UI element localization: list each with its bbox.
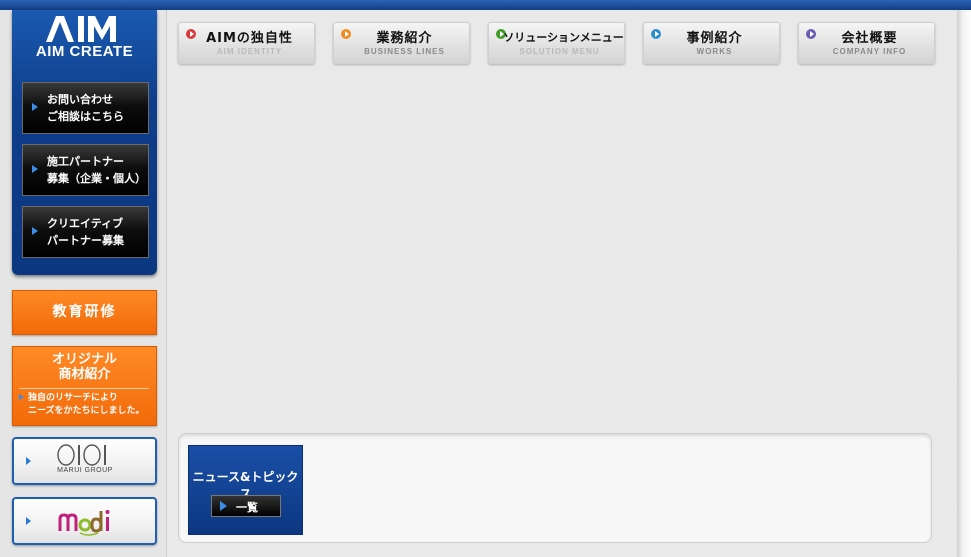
construction-partner-line1: 施工パートナー [47, 155, 124, 168]
education-training-button[interactable]: 教育研修 [12, 290, 157, 335]
nav-company-info[interactable]: 会社概要 COMPANY INFO [798, 22, 935, 64]
modi-logo-icon [58, 510, 110, 536]
nav-solution-menu[interactable]: ソリューションメニュー SOLUTION MENU [488, 22, 625, 64]
original-title-line1: オリジナル [51, 352, 117, 367]
news-panel: ニュース&トピックス 一覧 [178, 433, 932, 543]
original-products-button[interactable]: オリジナル 商材紹介 独自のリサーチにより ニーズをかたちにしました。 [12, 346, 157, 426]
contact-button[interactable]: お問い合わせ ご相談はこちら [22, 82, 149, 134]
nav-label-en: COMPANY INFO [832, 47, 907, 56]
original-sub-line1: 独自のリサーチにより [28, 393, 118, 403]
original-sub-line2: ニーズをかたちにしました。 [28, 406, 145, 416]
nav-business-lines[interactable]: 業務紹介 BUSINESS LINES [333, 22, 470, 64]
nav-works[interactable]: 事例紹介 WORKS [643, 22, 780, 64]
original-title-line2: 商材紹介 [58, 367, 111, 382]
nav-label-jp: 業務紹介 [376, 31, 433, 46]
arrow-right-icon [26, 517, 31, 525]
arrow-right-icon [19, 394, 24, 400]
arrow-right-icon [32, 103, 38, 111]
creative-partner-label: クリエイティブ パートナー募集 [47, 215, 147, 249]
original-subtitle: 独自のリサーチにより ニーズをかたちにしました。 [19, 392, 155, 418]
aim-logo-mark-icon [45, 16, 116, 42]
construction-partner-label: 施工パートナー 募集（企業・個人） [47, 153, 147, 187]
nav-label-en: SOLUTION MENU [519, 47, 600, 56]
arrow-right-icon [32, 227, 38, 235]
sidebar: AIM CREATE お問い合わせ ご相談はこちら 施工パートナー 募集（企業・… [0, 10, 167, 557]
construction-partner-line2: 募集（企業・個人） [47, 172, 146, 185]
news-list-label: 一覧 [236, 501, 258, 514]
marui-logo-icon [57, 444, 106, 466]
nav-label-jp: AIMの独自性 [206, 31, 293, 46]
marui-group-banner[interactable]: MARUI GROUP [12, 437, 157, 485]
creative-partner-button[interactable]: クリエイティブ パートナー募集 [22, 206, 149, 258]
marui-subtitle: MARUI GROUP [57, 467, 113, 474]
creative-partner-line2: パートナー募集 [47, 234, 124, 247]
construction-partner-button[interactable]: 施工パートナー 募集（企業・個人） [22, 144, 149, 196]
marui-group-logo: MARUI GROUP [54, 444, 116, 474]
creative-partner-line1: クリエイティブ [47, 217, 124, 230]
news-header-box: ニュース&トピックス 一覧 [188, 445, 303, 535]
aim-create-logo[interactable]: AIM CREATE [12, 16, 157, 60]
arrow-right-icon [26, 457, 31, 465]
news-list-button[interactable]: 一覧 [211, 495, 281, 517]
right-edge-shadow [957, 10, 971, 557]
contact-label-line1: お問い合わせ [47, 93, 113, 106]
nav-label-en: AIM IDENTITY [216, 47, 283, 56]
logo-text: AIM CREATE [35, 43, 134, 60]
nav-label-en: WORKS [696, 47, 733, 56]
education-label: 教育研修 [52, 304, 117, 320]
arrow-right-icon [220, 501, 227, 511]
arrow-right-icon [32, 165, 38, 173]
nav-label-en: BUSINESS LINES [364, 47, 445, 56]
nav-label-jp: 事例紹介 [686, 31, 743, 46]
modi-banner[interactable] [12, 497, 157, 545]
top-bar [0, 0, 971, 10]
nav-label-jp: 会社概要 [841, 31, 898, 46]
divider [19, 388, 149, 389]
contact-label-line2: ご相談はこちら [47, 110, 124, 123]
sidebar-header-panel: AIM CREATE お問い合わせ ご相談はこちら 施工パートナー 募集（企業・… [12, 10, 157, 275]
nav-aim-identity[interactable]: AIMの独自性 AIM IDENTITY [178, 22, 315, 64]
nav-label-jp: ソリューションメニュー [503, 31, 624, 44]
contact-button-label: お問い合わせ ご相談はこちら [47, 91, 147, 125]
